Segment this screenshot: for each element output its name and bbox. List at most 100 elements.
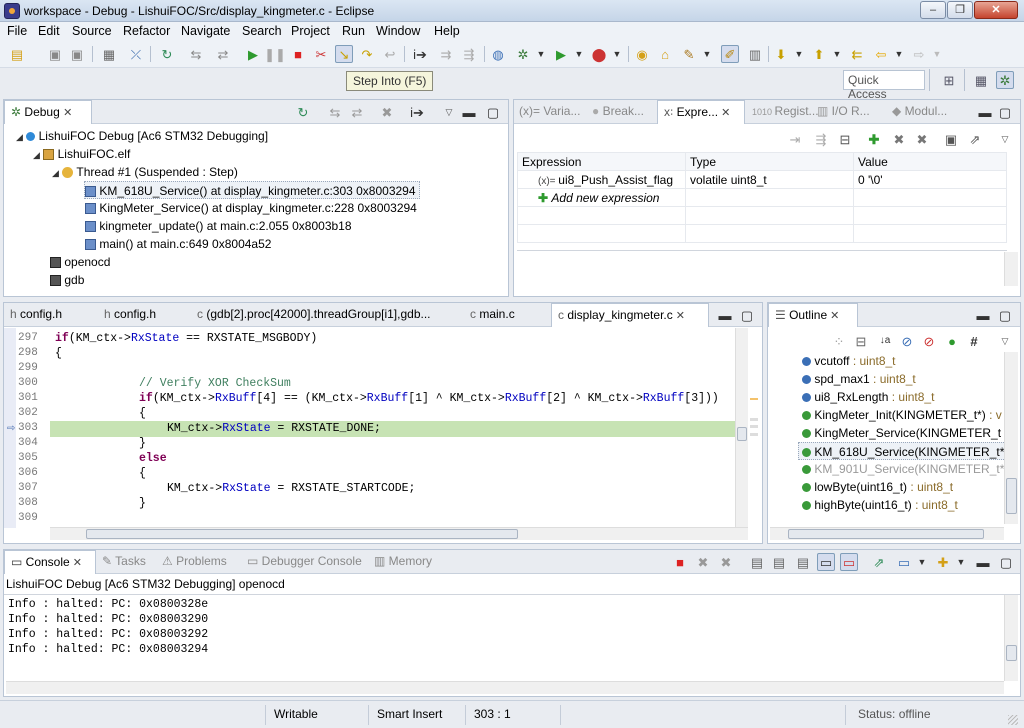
show-logical-structure-icon[interactable]: ⇶: [812, 130, 830, 148]
last-edit-location-icon[interactable]: ⇇: [848, 45, 866, 63]
menu-window[interactable]: Window: [376, 24, 420, 38]
hide-macros-icon[interactable]: #: [965, 332, 983, 350]
console-line[interactable]: Info : halted: PC: 0x08003294: [8, 642, 208, 657]
remove-expression-icon[interactable]: ✖: [890, 130, 908, 148]
add-expression-row[interactable]: ✚ Add new expression: [517, 188, 1007, 207]
column-header-expression[interactable]: Expression: [517, 152, 686, 171]
menu-source[interactable]: Source: [72, 24, 112, 38]
scrollbar-thumb[interactable]: [737, 427, 747, 441]
console-vertical-scrollbar[interactable]: [1004, 595, 1018, 681]
close-icon[interactable]: ✕: [63, 107, 72, 119]
tab-debug[interactable]: ✲ Debug ✕: [4, 100, 92, 124]
console-line[interactable]: Info : halted: PC: 0x08003290: [8, 612, 208, 627]
forward-chevron-down-icon[interactable]: ▼: [928, 45, 946, 63]
close-icon[interactable]: ✕: [718, 107, 730, 119]
suspend-icon[interactable]: ❚❚: [264, 45, 286, 63]
column-header-type[interactable]: Type: [685, 152, 854, 171]
maximize-view-icon[interactable]: ▢: [996, 103, 1014, 121]
collapse-all-icon[interactable]: ⊟: [836, 130, 854, 148]
tab-config-h-2[interactable]: h config.h: [104, 303, 156, 327]
stack-frame[interactable]: KingMeter_Service() at display_kingmeter…: [85, 199, 417, 217]
remove-terminated-icon[interactable]: ✖: [378, 103, 396, 121]
run-icon[interactable]: ▶: [552, 45, 570, 63]
use-step-filters-icon[interactable]: ⇶: [460, 45, 478, 63]
c-cpp-perspective-icon[interactable]: ▦: [972, 71, 990, 89]
code-line[interactable]: KM_ctx->RxState = RXSTATE_STARTCODE;: [167, 482, 415, 495]
outline-item[interactable]: vcutoff : uint8_t: [802, 352, 896, 370]
editor-horizontal-scrollbar[interactable]: [50, 527, 748, 540]
tab-debugger-console[interactable]: ▭ Debugger Console: [247, 550, 362, 574]
tab-registers[interactable]: 1010 Regist...: [752, 100, 819, 124]
outline-item[interactable]: ui8_RxLength : uint8_t: [802, 388, 934, 406]
overview-ruler-marker[interactable]: [750, 418, 758, 421]
menu-search[interactable]: Search: [242, 24, 282, 38]
show-on-output-icon[interactable]: ▭: [817, 553, 835, 571]
connect-icon[interactable]: ⇆: [326, 103, 344, 121]
pin-console-icon[interactable]: ⇗: [870, 553, 888, 571]
debug-elf-node[interactable]: ◢ LishuiFOC.elf: [33, 145, 130, 163]
tab-modules[interactable]: ◆ Modul...: [892, 100, 947, 124]
show-on-error-icon[interactable]: ▭: [840, 553, 858, 571]
prev-annotation-icon[interactable]: ⬆: [810, 45, 828, 63]
code-line[interactable]: }: [139, 497, 146, 510]
resume-icon[interactable]: ▶: [244, 45, 262, 63]
maximize-button[interactable]: ❐: [947, 1, 973, 19]
code-line[interactable]: {: [139, 467, 146, 480]
tab-memory[interactable]: ▥ Memory: [374, 550, 432, 574]
terminate-icon[interactable]: ■: [671, 553, 689, 571]
connect-icon[interactable]: ⇆: [187, 45, 205, 63]
external-tools-chevron-down-icon[interactable]: ▼: [608, 45, 626, 63]
stack-frame-selected[interactable]: KM_618U_Service() at display_kingmeter.c…: [84, 181, 420, 199]
column-header-value[interactable]: Value: [853, 152, 1007, 171]
scrollbar-thumb[interactable]: [1006, 478, 1017, 514]
expression-row[interactable]: (x)= ui8_Push_Assist_flag volatile uint8…: [517, 170, 1007, 189]
sort-az-icon[interactable]: ↓a: [876, 332, 894, 350]
stack-frame[interactable]: main() at main.c:649 0x8004a52: [85, 235, 271, 253]
run-dropdown-chevron-down-icon[interactable]: ▼: [570, 45, 588, 63]
menu-refactor[interactable]: Refactor: [123, 24, 170, 38]
maximize-view-icon[interactable]: ▢: [996, 306, 1014, 324]
outline-horizontal-scrollbar[interactable]: [770, 527, 1004, 540]
debug-bug-icon[interactable]: ✲: [514, 45, 532, 63]
display-console-chevron-down-icon[interactable]: ▼: [913, 553, 931, 571]
debug-perspective-icon[interactable]: ✲: [996, 71, 1014, 89]
outline-item[interactable]: KingMeter_Init(KINGMETER_t*) : v: [802, 406, 1002, 424]
tab-gdb-proc[interactable]: c (gdb[2].proc[42000].threadGroup[i1],gd…: [197, 303, 431, 327]
outline-item-selected[interactable]: KM_618U_Service(KINGMETER_t*): [798, 442, 1008, 460]
close-button[interactable]: ✕: [974, 1, 1018, 19]
tab-expressions[interactable]: x꞉ Expre... ✕: [657, 100, 745, 124]
outline-item[interactable]: KingMeter_Service(KINGMETER_t: [802, 424, 1001, 442]
scrollbar-thumb[interactable]: [1006, 645, 1017, 661]
back-icon[interactable]: ⇦: [872, 45, 890, 63]
toggle-mark-occurrences-icon[interactable]: ✐: [721, 45, 739, 63]
debug-openocd-node[interactable]: openocd: [50, 253, 110, 271]
collapse-all-icon[interactable]: ⊟: [852, 332, 870, 350]
show-type-names-icon[interactable]: ⇥: [786, 130, 804, 148]
scrollbar-thumb[interactable]: [788, 529, 984, 539]
close-icon[interactable]: ✕: [70, 557, 82, 569]
back-chevron-down-icon[interactable]: ▼: [890, 45, 908, 63]
remove-all-expressions-icon[interactable]: ✖: [913, 130, 931, 148]
tab-outline[interactable]: ☰ Outline ✕: [768, 303, 858, 327]
code-comment[interactable]: // Verify XOR CheckSum: [139, 377, 291, 390]
tab-config-h[interactable]: h config.h: [10, 303, 62, 327]
tab-problems[interactable]: ⚠ Problems: [162, 550, 227, 574]
debug-thread-node[interactable]: ◢ Thread #1 (Suspended : Step): [52, 163, 238, 181]
minimize-view-icon[interactable]: ▬: [460, 103, 478, 121]
terminate-icon[interactable]: ■: [289, 45, 307, 63]
minimize-view-icon[interactable]: ▬: [716, 306, 734, 324]
console-line[interactable]: Info : halted: PC: 0x08003292: [8, 627, 208, 642]
minimize-view-icon[interactable]: ▬: [974, 553, 992, 571]
view-menu-chevron-down-icon[interactable]: ▽: [996, 130, 1014, 148]
search-chevron-down-icon[interactable]: ▼: [698, 45, 716, 63]
remove-launch-icon[interactable]: ✖: [694, 553, 712, 571]
globe-icon[interactable]: ◍: [489, 45, 507, 63]
close-icon[interactable]: ✕: [827, 310, 839, 322]
step-return-icon[interactable]: ↩: [381, 45, 399, 63]
save-all-icon[interactable]: ▣: [68, 45, 86, 63]
maximize-view-icon[interactable]: ▢: [738, 306, 756, 324]
resize-grip-icon[interactable]: [1008, 715, 1018, 725]
code-line[interactable]: if(KM_ctx->RxState == RXSTATE_MSGBODY): [55, 332, 317, 345]
console-horizontal-scrollbar[interactable]: [6, 681, 1004, 694]
open-console-chevron-down-icon[interactable]: ▼: [952, 553, 970, 571]
